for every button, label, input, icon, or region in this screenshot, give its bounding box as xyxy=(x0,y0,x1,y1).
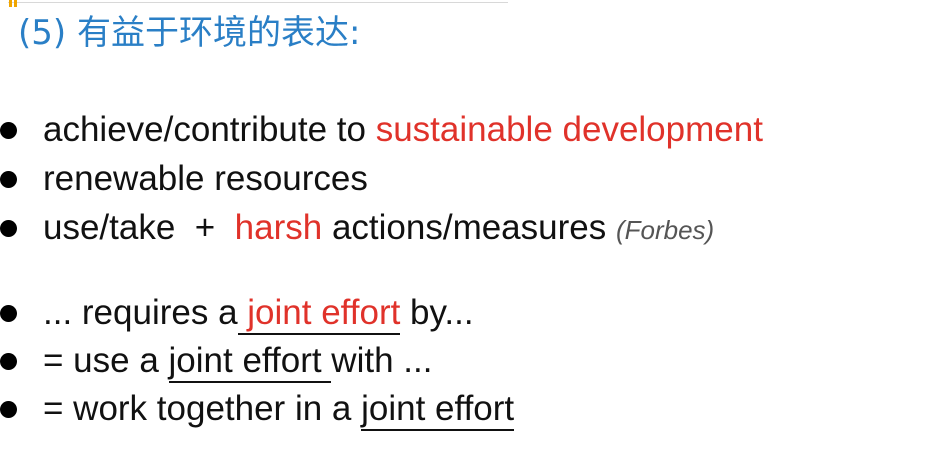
bullet-dot-icon xyxy=(0,220,17,237)
bullet-text-plain: with ... xyxy=(331,341,433,380)
bullet-text-plain: actions/measures xyxy=(322,208,616,247)
bullet-text-plain: ... requires a xyxy=(43,293,238,332)
bullet-dot-icon xyxy=(0,353,17,370)
highlight-word: harsh xyxy=(234,208,323,247)
highlight-phrase: sustainable development xyxy=(375,110,763,149)
bullet-text-plain: use/take + xyxy=(43,208,235,247)
list-item: = work together in a joint effort xyxy=(0,386,939,432)
bullet-text: renewable resources xyxy=(43,156,368,202)
bullet-text-plain: by... xyxy=(400,293,474,332)
bullet-list: achieve/contribute to sustainable develo… xyxy=(0,0,939,449)
bullet-text-plain: achieve/contribute to xyxy=(43,110,376,149)
bullet-text-plain: = work together in a xyxy=(43,389,362,428)
bullet-dot-icon xyxy=(0,305,17,322)
bullet-text: ... requires a joint effort by... xyxy=(43,290,474,336)
list-item: renewable resources xyxy=(0,156,939,202)
bullet-text: = work together in a joint effort xyxy=(43,386,515,432)
source-citation: (Forbes) xyxy=(615,215,715,245)
list-item: use/take + harsh actions/measures (Forbe… xyxy=(0,205,939,251)
underlined-phrase: joint effort xyxy=(237,293,401,335)
bullet-text: = use a joint effort with ... xyxy=(43,338,432,384)
bullet-dot-icon xyxy=(0,171,17,188)
bullet-dot-icon xyxy=(0,122,17,139)
bullet-text-plain: = use a xyxy=(43,341,169,380)
underlined-phrase: joint effort xyxy=(361,389,515,431)
bullet-dot-icon xyxy=(0,401,17,418)
underlined-phrase: joint effort xyxy=(168,341,332,383)
bullet-text-plain: renewable resources xyxy=(43,159,368,198)
bullet-text: use/take + harsh actions/measures (Forbe… xyxy=(43,205,714,253)
list-item: achieve/contribute to sustainable develo… xyxy=(0,107,939,153)
list-item: = use a joint effort with ... xyxy=(0,338,939,384)
list-item: ... requires a joint effort by... xyxy=(0,290,939,336)
bullet-text: achieve/contribute to sustainable develo… xyxy=(43,107,763,153)
